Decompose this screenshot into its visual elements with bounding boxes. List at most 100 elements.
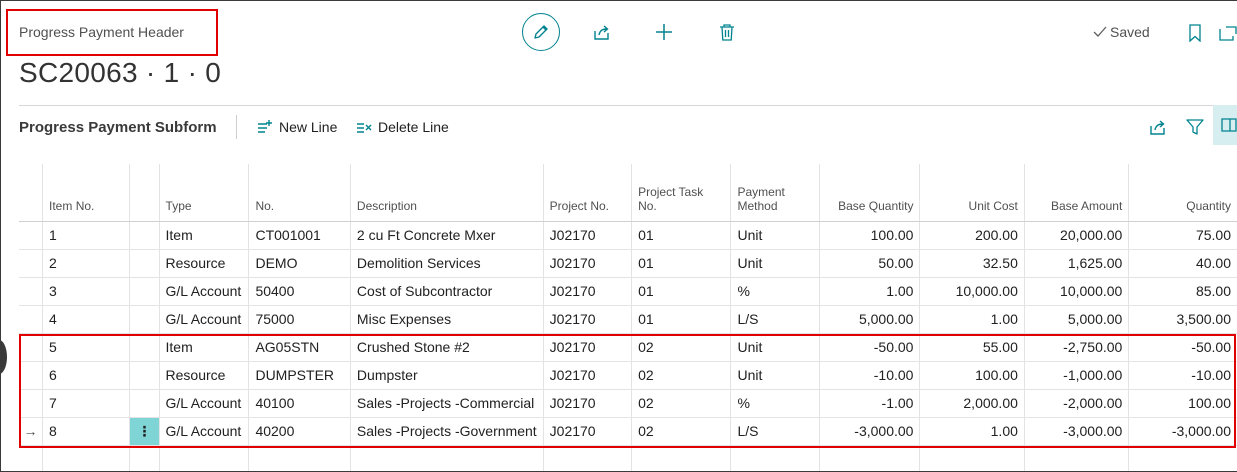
cell-type[interactable]: G/L Account bbox=[158, 389, 249, 418]
cell-base-amount[interactable]: 1,625.00 bbox=[1023, 249, 1129, 278]
cell-description[interactable]: Sales -Projects -Government bbox=[349, 417, 544, 446]
cell-project-no[interactable]: J02170 bbox=[542, 221, 632, 250]
cell-no[interactable]: 50400 bbox=[248, 277, 351, 306]
cell-item-no[interactable]: 6 bbox=[42, 361, 130, 390]
cell-type[interactable]: Item bbox=[158, 333, 249, 362]
cell-item-no[interactable]: 7 bbox=[42, 389, 130, 418]
empty-cell[interactable] bbox=[349, 445, 544, 471]
column-header-unit-cost[interactable]: Unit Cost bbox=[919, 164, 1025, 222]
empty-cell[interactable] bbox=[818, 445, 920, 471]
cell-payment-method[interactable]: Unit bbox=[730, 249, 820, 278]
cell-item-no[interactable]: 5 bbox=[42, 333, 130, 362]
table-row-selected[interactable]: → 8 ⋮ G/L Account 40200 Sales -Projects … bbox=[19, 417, 1237, 446]
empty-row[interactable] bbox=[19, 445, 1237, 471]
cell-item-no[interactable]: 4 bbox=[42, 305, 130, 334]
cell-quantity[interactable]: -3,000.00 bbox=[1128, 417, 1237, 446]
table-row[interactable]: 6 Resource DUMPSTER Dumpster J02170 02 U… bbox=[19, 361, 1237, 390]
empty-cell[interactable] bbox=[42, 445, 130, 471]
cell-quantity[interactable]: 85.00 bbox=[1128, 277, 1237, 306]
subform-share-button[interactable] bbox=[1147, 117, 1169, 137]
empty-cell[interactable] bbox=[730, 445, 820, 471]
row-menu[interactable] bbox=[129, 277, 160, 306]
cell-item-no[interactable]: 1 bbox=[42, 221, 130, 250]
empty-cell[interactable] bbox=[1023, 445, 1129, 471]
cell-payment-method[interactable]: Unit bbox=[730, 361, 820, 390]
empty-cell[interactable] bbox=[158, 445, 249, 471]
column-header-type[interactable]: Type bbox=[158, 164, 249, 222]
column-header-payment-method[interactable]: Payment Method bbox=[730, 164, 820, 222]
filter-button[interactable] bbox=[1185, 117, 1205, 137]
cell-project-no[interactable]: J02170 bbox=[542, 333, 632, 362]
cell-project-task-no[interactable]: 02 bbox=[631, 389, 731, 418]
cell-project-no[interactable]: J02170 bbox=[542, 389, 632, 418]
cell-payment-method[interactable]: L/S bbox=[730, 417, 820, 446]
cell-type[interactable]: G/L Account bbox=[158, 277, 249, 306]
column-header-project-task-no[interactable]: Project Task No. bbox=[631, 164, 731, 222]
open-new-window-button[interactable] bbox=[1217, 22, 1237, 44]
cell-no[interactable]: AG05STN bbox=[248, 333, 351, 362]
cell-project-task-no[interactable]: 01 bbox=[631, 277, 731, 306]
new-line-button[interactable]: New Line bbox=[257, 119, 337, 135]
new-button[interactable] bbox=[653, 21, 675, 43]
cell-unit-cost[interactable]: 1.00 bbox=[919, 417, 1025, 446]
factbox-toggle-button[interactable] bbox=[1213, 105, 1237, 145]
cell-no[interactable]: CT001001 bbox=[248, 221, 351, 250]
cell-type[interactable]: G/L Account bbox=[158, 305, 249, 334]
cell-base-quantity[interactable]: -1.00 bbox=[818, 389, 920, 418]
table-row[interactable]: 3 G/L Account 50400 Cost of Subcontracto… bbox=[19, 277, 1237, 306]
column-header-no[interactable]: No. bbox=[248, 164, 351, 222]
delete-line-button[interactable]: Delete Line bbox=[356, 119, 449, 135]
cell-no[interactable]: 40100 bbox=[248, 389, 351, 418]
cell-base-amount[interactable]: -3,000.00 bbox=[1023, 417, 1129, 446]
cell-description[interactable]: Crushed Stone #2 bbox=[349, 333, 544, 362]
cell-no[interactable]: 40200 bbox=[248, 417, 351, 446]
cell-quantity[interactable]: 75.00 bbox=[1128, 221, 1237, 250]
cell-unit-cost[interactable]: 32.50 bbox=[919, 249, 1025, 278]
cell-base-quantity[interactable]: 1.00 bbox=[818, 277, 920, 306]
cell-type[interactable]: Resource bbox=[158, 361, 249, 390]
row-menu[interactable] bbox=[129, 389, 160, 418]
share-button[interactable] bbox=[591, 21, 613, 43]
cell-description[interactable]: Dumpster bbox=[349, 361, 544, 390]
cell-payment-method[interactable]: % bbox=[730, 277, 820, 306]
column-header-base-amount[interactable]: Base Amount bbox=[1023, 164, 1129, 222]
cell-project-no[interactable]: J02170 bbox=[542, 417, 632, 446]
column-header-project-no[interactable]: Project No. bbox=[542, 164, 632, 222]
cell-project-task-no[interactable]: 01 bbox=[631, 305, 731, 334]
empty-cell[interactable] bbox=[248, 445, 351, 471]
cell-payment-method[interactable]: Unit bbox=[730, 333, 820, 362]
cell-payment-method[interactable]: Unit bbox=[730, 221, 820, 250]
cell-project-task-no[interactable]: 02 bbox=[631, 417, 731, 446]
cell-quantity[interactable]: 3,500.00 bbox=[1128, 305, 1237, 334]
cell-quantity[interactable]: -10.00 bbox=[1128, 361, 1237, 390]
cell-description[interactable]: Sales -Projects -Commercial bbox=[349, 389, 544, 418]
cell-base-amount[interactable]: 5,000.00 bbox=[1023, 305, 1129, 334]
table-row[interactable]: 4 G/L Account 75000 Misc Expenses J02170… bbox=[19, 305, 1237, 334]
cell-payment-method[interactable]: % bbox=[730, 389, 820, 418]
cell-unit-cost[interactable]: 1.00 bbox=[919, 305, 1025, 334]
empty-cell[interactable] bbox=[542, 445, 632, 471]
cell-unit-cost[interactable]: 100.00 bbox=[919, 361, 1025, 390]
cell-item-no[interactable]: 2 bbox=[42, 249, 130, 278]
cell-project-no[interactable]: J02170 bbox=[542, 277, 632, 306]
cell-project-no[interactable]: J02170 bbox=[542, 249, 632, 278]
row-menu[interactable] bbox=[129, 361, 160, 390]
empty-cell[interactable] bbox=[919, 445, 1025, 471]
cell-unit-cost[interactable]: 200.00 bbox=[919, 221, 1025, 250]
cell-base-amount[interactable]: -2,000.00 bbox=[1023, 389, 1129, 418]
cell-description[interactable]: Misc Expenses bbox=[349, 305, 544, 334]
cell-unit-cost[interactable]: 2,000.00 bbox=[919, 389, 1025, 418]
cell-type[interactable]: Resource bbox=[158, 249, 249, 278]
empty-cell[interactable] bbox=[1128, 445, 1237, 471]
cell-type[interactable]: Item bbox=[158, 221, 249, 250]
cell-base-quantity[interactable]: -3,000.00 bbox=[818, 417, 920, 446]
cell-type[interactable]: G/L Account bbox=[158, 417, 249, 446]
cell-no[interactable]: DUMPSTER bbox=[248, 361, 351, 390]
edit-button[interactable] bbox=[522, 13, 560, 51]
delete-button[interactable] bbox=[716, 21, 738, 43]
cell-unit-cost[interactable]: 55.00 bbox=[919, 333, 1025, 362]
column-header-quantity[interactable]: Quantity bbox=[1128, 164, 1237, 222]
cell-description[interactable]: Demolition Services bbox=[349, 249, 544, 278]
cell-base-amount[interactable]: -1,000.00 bbox=[1023, 361, 1129, 390]
cell-description[interactable]: 2 cu Ft Concrete Mxer bbox=[349, 221, 544, 250]
